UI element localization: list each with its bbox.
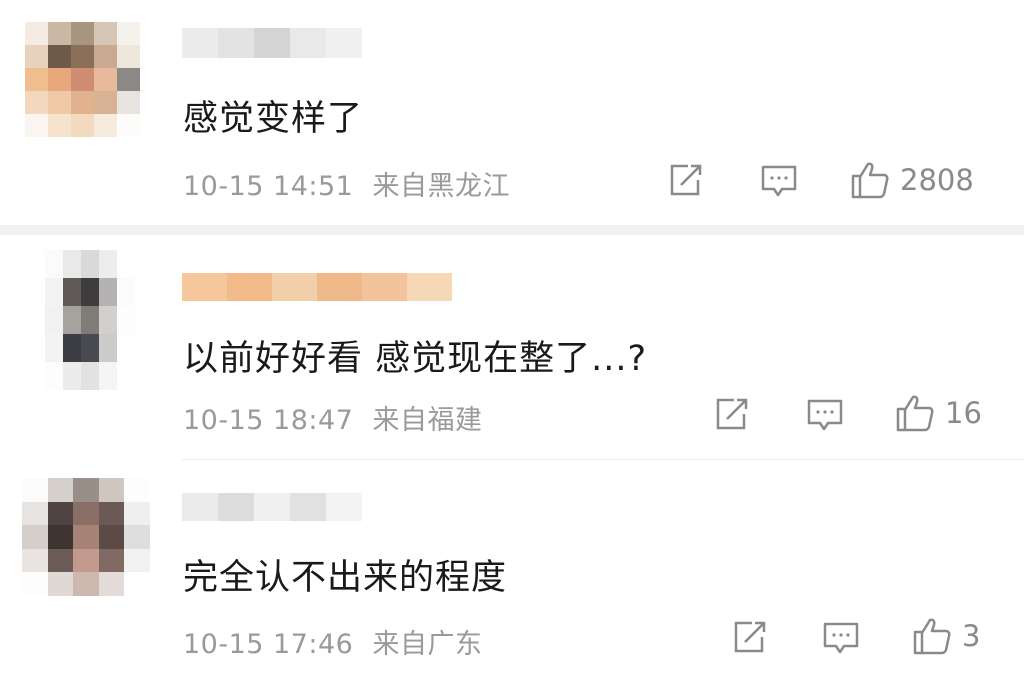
share-icon [670, 164, 702, 196]
comment-time: 10-15 18:47 [183, 405, 354, 436]
reply-button[interactable] [760, 164, 798, 198]
like-count: 2808 [900, 163, 974, 197]
comment-meta: 10-15 18:47 来自福建 [183, 398, 482, 437]
like-button[interactable]: 2808 [850, 160, 974, 200]
share-icon [716, 398, 748, 430]
comment-meta: 10-15 14:51 来自黑龙江 [183, 164, 510, 203]
comment-meta: 10-15 17:46 来自广东 [183, 622, 482, 661]
avatar[interactable] [25, 22, 140, 137]
section-separator [0, 225, 1024, 235]
comment-location: 来自黑龙江 [372, 171, 510, 202]
comment-icon [807, 399, 843, 431]
comment-text: 以前好好看 感觉现在整了...? [183, 339, 648, 379]
thumbs-up-icon [896, 395, 934, 432]
reply-button[interactable] [806, 398, 844, 432]
like-button[interactable]: 16 [895, 393, 982, 433]
like-count: 3 [962, 619, 981, 653]
avatar[interactable] [45, 250, 135, 390]
thumbs-up-icon [851, 162, 889, 199]
share-button[interactable] [732, 620, 768, 654]
username-blurred[interactable] [182, 273, 452, 301]
comment-item: 以前好好看 感觉现在整了...? 10-15 18:47 来自福建 16 [0, 235, 1024, 460]
share-icon [734, 621, 766, 653]
like-button[interactable]: 3 [912, 616, 980, 656]
comment-text: 感觉变样了 [183, 99, 364, 139]
username-blurred[interactable] [182, 28, 362, 58]
comment-icon [823, 622, 859, 654]
comment-time: 10-15 14:51 [183, 171, 354, 202]
comment-item: 完全认不出来的程度 10-15 17:46 来自广东 3 [0, 460, 1024, 677]
comment-location: 来自福建 [372, 405, 483, 436]
thumbs-up-icon [913, 618, 951, 655]
username-blurred[interactable] [182, 493, 362, 521]
share-button[interactable] [668, 163, 704, 197]
share-button[interactable] [714, 397, 750, 431]
comment-icon [761, 165, 797, 197]
comment-time: 10-15 17:46 [183, 629, 354, 660]
avatar[interactable] [22, 478, 150, 596]
reply-button[interactable] [822, 621, 860, 655]
comment-text: 完全认不出来的程度 [183, 558, 508, 598]
comment-item: 感觉变样了 10-15 14:51 来自黑龙江 2808 [0, 0, 1024, 225]
like-count: 16 [945, 396, 982, 430]
comment-location: 来自广东 [372, 629, 483, 660]
